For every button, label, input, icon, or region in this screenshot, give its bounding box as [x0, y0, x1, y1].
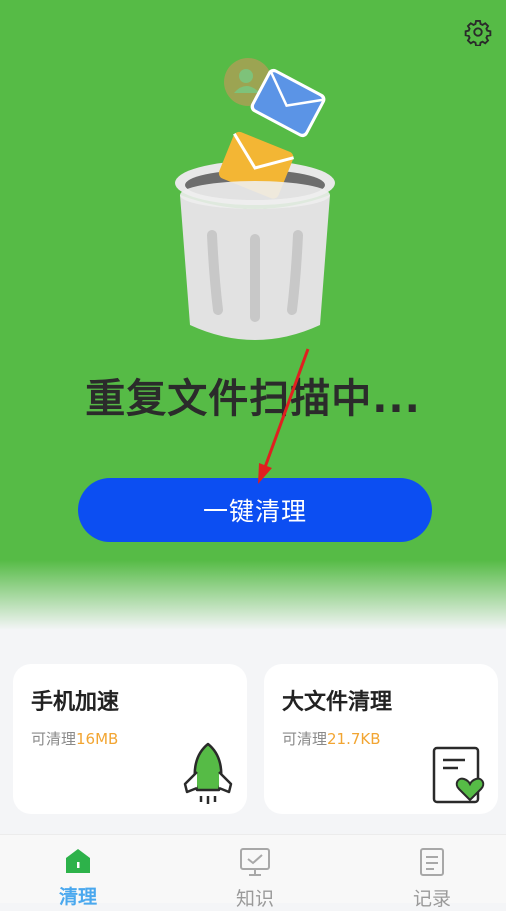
gear-icon: [464, 19, 492, 46]
tab-label: 清理: [58, 886, 97, 908]
tab-clean[interactable]: 清理: [18, 835, 138, 908]
card-sub-label: 可清理: [282, 730, 328, 748]
tab-label: 记录: [412, 888, 451, 910]
tab-label: 知识: [235, 888, 274, 910]
card-title: 大文件清理: [282, 690, 393, 715]
card-title: 手机加速: [31, 690, 120, 715]
card-large-file-clean[interactable]: 大文件清理 可清理21.7KB: [264, 664, 498, 814]
trash-bin-illustration: [175, 58, 335, 340]
document-icon: [420, 848, 444, 876]
document-heart-icon: [432, 746, 485, 804]
bottom-tab-bar: 清理 知识 记录: [0, 834, 506, 910]
settings-button[interactable]: [462, 16, 494, 48]
tab-knowledge[interactable]: 知识: [195, 835, 315, 910]
home-icon: [66, 849, 90, 873]
rocket-icon: [183, 742, 233, 804]
scan-status-text: 重复文件扫描中...: [85, 376, 421, 422]
card-subtitle: 可清理21.7KB: [282, 728, 381, 749]
card-subtitle: 可清理16MB: [31, 728, 118, 749]
card-sub-label: 可清理: [31, 730, 77, 748]
tab-records[interactable]: 记录: [372, 835, 492, 910]
one-click-clean-button[interactable]: 一键清理: [78, 478, 432, 542]
card-phone-speedup[interactable]: 手机加速 可清理16MB: [13, 664, 247, 814]
monitor-icon: [240, 848, 270, 876]
card-sub-value: 16MB: [76, 730, 119, 748]
card-sub-value: 21.7KB: [327, 730, 381, 748]
